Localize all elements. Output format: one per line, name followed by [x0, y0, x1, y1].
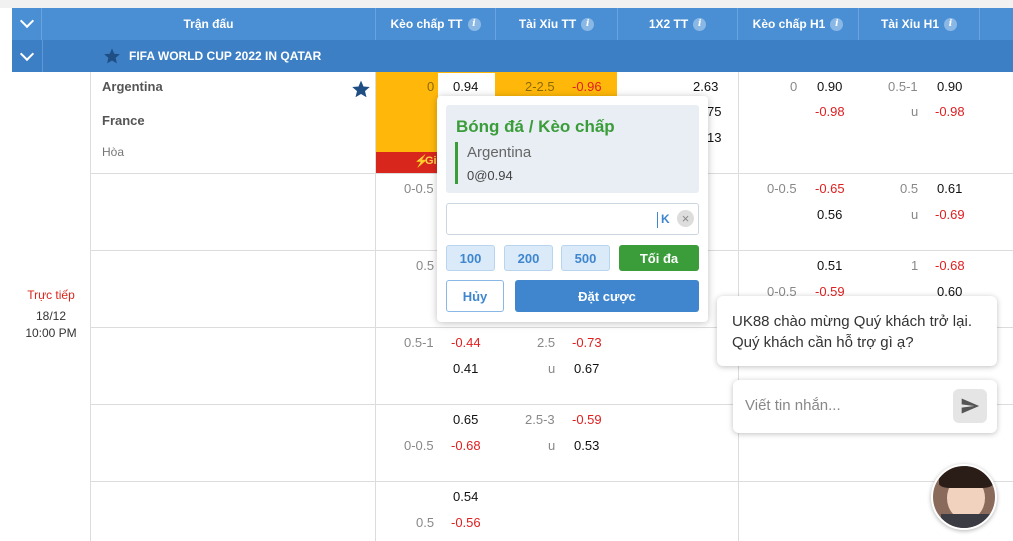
odd-h1-hdp-home[interactable]: -0.65	[815, 181, 845, 196]
h1-ou-line: 1	[911, 258, 919, 273]
cancel-button[interactable]: Hủy	[446, 280, 504, 312]
odd-h1-ou-over[interactable]: -0.68	[935, 258, 965, 273]
odd-ou-over[interactable]: -0.73	[572, 335, 602, 350]
chevron-down-icon	[19, 13, 34, 29]
header-ou-ft[interactable]: Tài Xỉu TT i	[496, 8, 618, 40]
max-stake-button[interactable]: Tối đa	[619, 245, 699, 271]
chevron-down-icon	[19, 46, 35, 62]
h1-ou-line: 0.5	[900, 181, 919, 196]
hdp-line: 0.5	[416, 258, 435, 273]
bet-odds: 0@0.94	[467, 168, 513, 183]
odd-hdp-home[interactable]: 0.65	[453, 412, 478, 427]
odd-hdp-away[interactable]: -0.68	[451, 438, 481, 453]
chat-input-box[interactable]: Viết tin nhắn...	[733, 380, 997, 433]
bet-summary: Bóng đá / Kèo chấp Argentina 0@0.94	[446, 105, 699, 193]
header-hdp-h1[interactable]: Kèo chấp H1 i	[738, 8, 859, 40]
ou-under-label: u	[548, 361, 556, 376]
divider	[455, 142, 458, 184]
divider	[42, 40, 43, 72]
odd-h1-ou-under[interactable]: -0.69	[935, 207, 965, 222]
ou-line: 2-2.5	[525, 79, 555, 94]
odd-h1-hdp-home[interactable]: 0.90	[817, 79, 842, 94]
header-hdp-ft[interactable]: Kèo chấp TT i	[376, 8, 496, 40]
chat-greeting-bubble: UK88 chào mừng Quý khách trở lại. Quý kh…	[717, 296, 997, 366]
h1-hdp-line: 0	[790, 79, 798, 94]
bet-team: Argentina	[467, 144, 532, 161]
odd-ou-over[interactable]: -0.59	[572, 412, 602, 427]
hdp-line: 0.5-1	[404, 335, 434, 350]
info-icon[interactable]: i	[830, 17, 844, 31]
info-icon[interactable]: i	[693, 17, 707, 31]
h1-ou-line: 0.5-1	[888, 79, 918, 94]
odd-h1-ou-over[interactable]: 0.61	[937, 181, 962, 196]
column-header: Trận đấu Kèo chấp TT i Tài Xỉu TT i 1X2 TT…	[12, 8, 1013, 40]
odd-hdp-away[interactable]: 0.41	[453, 361, 478, 376]
odd-h1-ou-over[interactable]: 0.90	[937, 79, 962, 94]
bet-type-title: Bóng đá / Kèo chấp	[456, 117, 615, 136]
info-icon[interactable]: i	[467, 17, 481, 31]
avatar-clothes	[941, 514, 991, 528]
odd-h1-hdp-home[interactable]: 0.51	[817, 258, 842, 273]
chat-greeting: UK88 chào mừng Quý khách trở lại. Quý kh…	[732, 313, 972, 351]
odd-hdp-home[interactable]: -0.44	[451, 335, 481, 350]
h1-ou-under-label: u	[911, 207, 919, 222]
match-date: 18/12	[35, 309, 67, 323]
hdp-line: 0	[427, 79, 435, 94]
hdp-line: 0-0.5	[404, 438, 434, 453]
chat-input-placeholder: Viết tin nhắn...	[745, 397, 841, 414]
ou-under-label: u	[548, 438, 556, 453]
top-strip	[0, 0, 1013, 8]
odd-1x2-away[interactable]: 75	[707, 104, 721, 119]
info-icon[interactable]: i	[581, 17, 595, 31]
league-name: FIFA WORLD CUP 2022 IN QATAR	[129, 49, 322, 63]
text-cursor	[657, 212, 658, 228]
odd-ou-under[interactable]: 0.67	[574, 361, 599, 376]
h1-ou-under-label: u	[911, 104, 919, 119]
quick-stake-500[interactable]: 500	[561, 245, 610, 271]
ou-line: 2.5	[537, 335, 556, 350]
avatar-hair	[939, 466, 993, 488]
info-icon[interactable]: i	[944, 17, 957, 31]
hdp-line: 0-0.5	[404, 181, 434, 196]
league-row[interactable]: FIFA WORLD CUP 2022 IN QATAR	[12, 40, 1013, 72]
odd-hdp-home[interactable]: 0.54	[453, 489, 478, 504]
header-match: Trận đấu	[42, 8, 376, 40]
team-away[interactable]: France	[102, 113, 145, 128]
place-bet-button[interactable]: Đặt cược	[515, 280, 699, 312]
quick-stake-100[interactable]: 100	[446, 245, 495, 271]
stake-input[interactable]: K ×	[446, 203, 699, 235]
ou-line: 2.5-3	[525, 412, 555, 427]
star-icon[interactable]	[351, 79, 371, 99]
chat-agent-avatar[interactable]	[931, 464, 997, 530]
header-1x2-ft[interactable]: 1X2 TT i	[618, 8, 738, 40]
draw-label: Hòa	[102, 145, 125, 159]
stake-unit: K	[661, 212, 670, 226]
odd-hdp-home[interactable]: 0.94	[453, 79, 478, 94]
odd-h1-hdp-away[interactable]: 0.56	[817, 207, 842, 222]
hdp-line: 0.5	[416, 515, 435, 530]
bet-slip-popup: Bóng đá / Kèo chấp Argentina 0@0.94 K × …	[437, 96, 708, 322]
header-ou-h1[interactable]: Tài Xỉu H1 i	[859, 8, 980, 40]
odd-ou-under[interactable]: 0.53	[574, 438, 599, 453]
send-icon	[961, 398, 980, 414]
promo-text: Gi	[425, 155, 437, 167]
h1-hdp-line: 0-0.5	[767, 181, 797, 196]
odd-ou-over[interactable]: -0.96	[572, 79, 602, 94]
team-home[interactable]: Argentina	[102, 79, 163, 94]
star-icon[interactable]	[103, 47, 121, 65]
odd-1x2-home[interactable]: 2.63	[693, 79, 718, 94]
odd-h1-hdp-away[interactable]: -0.98	[815, 104, 845, 119]
clear-icon[interactable]: ×	[677, 210, 694, 227]
match-time: 10:00 PM	[25, 326, 77, 340]
send-button[interactable]	[953, 389, 987, 423]
live-status: Trực tiếp	[27, 288, 75, 302]
odd-1x2-draw[interactable]: 13	[707, 130, 721, 145]
collapse-all-toggle[interactable]	[12, 8, 42, 40]
match-time-column: Trực tiếp 18/12 10:00 PM	[12, 72, 91, 541]
odd-hdp-away[interactable]: -0.56	[451, 515, 481, 530]
quick-stake-200[interactable]: 200	[504, 245, 553, 271]
odd-h1-ou-under[interactable]: -0.98	[935, 104, 965, 119]
table-row	[91, 482, 1013, 541]
